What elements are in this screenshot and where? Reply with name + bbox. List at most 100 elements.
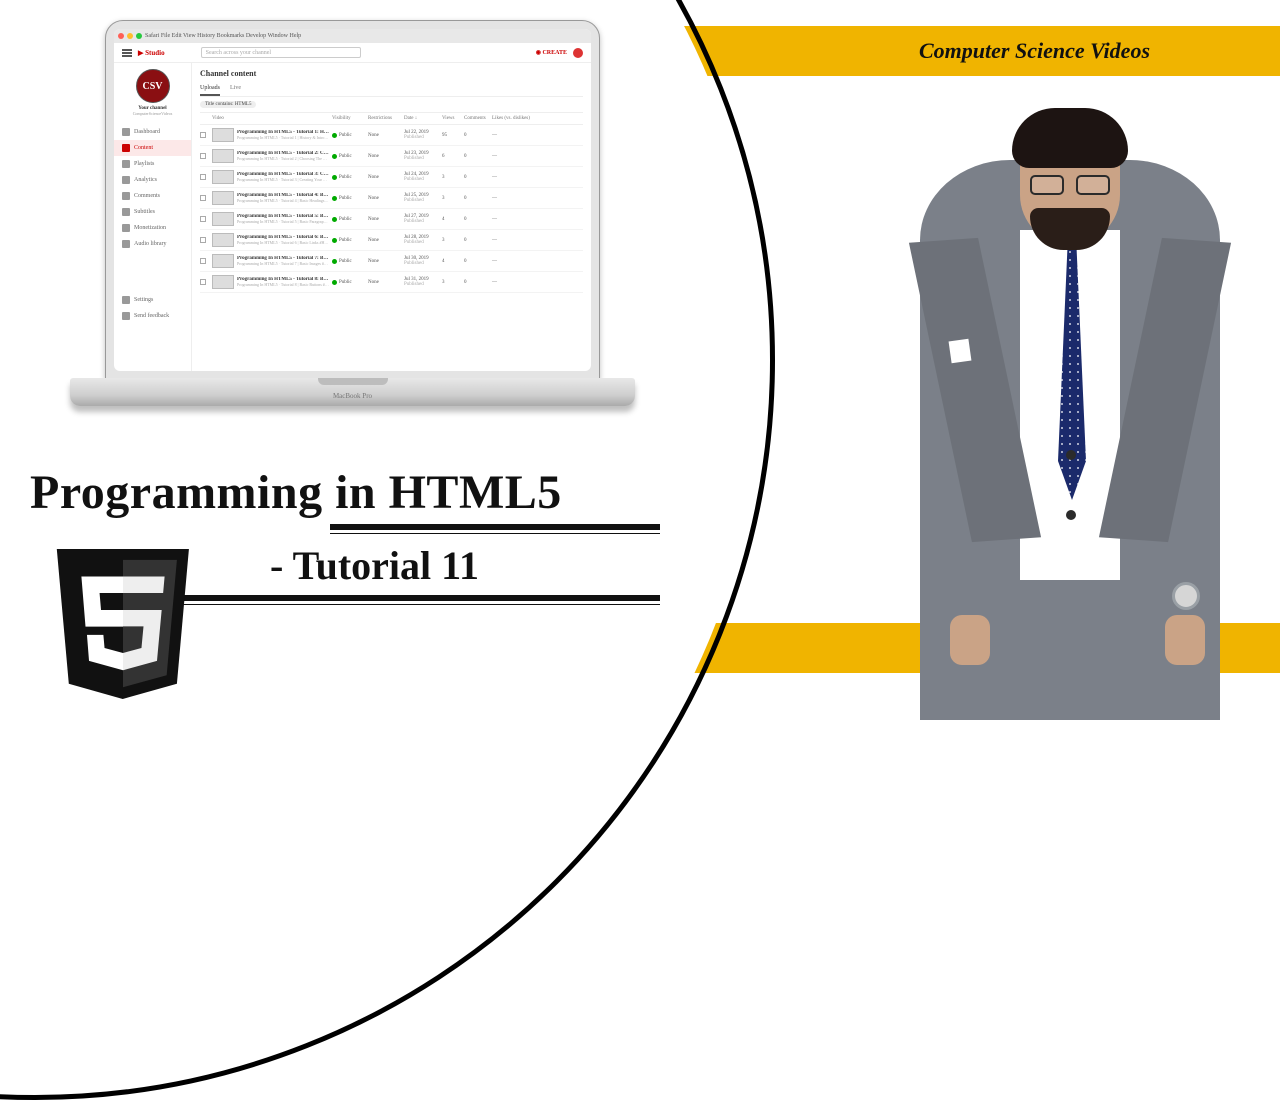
- visibility-cell[interactable]: Public: [332, 259, 368, 264]
- nav-analytics[interactable]: Analytics: [114, 172, 191, 188]
- nav-settings[interactable]: Settings: [114, 292, 191, 308]
- html5-shield-icon: [48, 540, 198, 708]
- public-icon: [332, 280, 337, 285]
- col-video[interactable]: Video: [212, 116, 332, 121]
- nav-label: Analytics: [134, 177, 157, 183]
- row-checkbox[interactable]: [200, 174, 206, 180]
- table-row[interactable]: Programming In HTML5 - Tutorial 4: Basic…: [200, 188, 583, 209]
- table-row[interactable]: Programming In HTML5 - Tutorial 5: Basic…: [200, 209, 583, 230]
- divider: [330, 524, 660, 534]
- public-icon: [332, 154, 337, 159]
- channel-logo[interactable]: CSV: [136, 69, 170, 103]
- public-icon: [332, 175, 337, 180]
- youtube-studio-logo[interactable]: ▶ Studio: [138, 49, 165, 57]
- comments-cell: 0: [464, 154, 492, 159]
- studio-sidebar: CSV Your channel ComputerScienceVideos D…: [114, 63, 192, 371]
- video-description: Programming In HTML5 · Tutorial 4 | Basi…: [237, 198, 329, 203]
- date-cell: Jul 31, 2019Published: [404, 277, 442, 287]
- nav-label: Content: [134, 145, 153, 151]
- video-thumbnail[interactable]: [212, 233, 234, 247]
- views-cell: 3: [442, 280, 464, 285]
- nav-feedback[interactable]: Send feedback: [114, 308, 191, 324]
- visibility-cell[interactable]: Public: [332, 133, 368, 138]
- visibility-cell[interactable]: Public: [332, 280, 368, 285]
- video-description: Programming In HTML5 · Tutorial 6 | Basi…: [237, 240, 329, 245]
- nav-dashboard[interactable]: Dashboard: [114, 124, 191, 140]
- search-input[interactable]: Search across your channel: [201, 47, 361, 58]
- visibility-cell[interactable]: Public: [332, 175, 368, 180]
- filter-chip[interactable]: Title contains: HTML5: [200, 101, 256, 108]
- tab-uploads[interactable]: Uploads: [200, 82, 220, 96]
- nav-comments[interactable]: Comments: [114, 188, 191, 204]
- nav-label: Monetization: [134, 225, 166, 231]
- restrictions-cell: None: [368, 217, 404, 222]
- table-row[interactable]: Programming In HTML5 - Tutorial 3: Creat…: [200, 167, 583, 188]
- date-cell: Jul 25, 2019Published: [404, 193, 442, 203]
- nav-label: Subtitles: [134, 209, 155, 215]
- nav-content[interactable]: Content: [114, 140, 191, 156]
- public-icon: [332, 133, 337, 138]
- nav-playlists[interactable]: Playlists: [114, 156, 191, 172]
- restrictions-cell: None: [368, 238, 404, 243]
- video-description: Programming In HTML5 · Tutorial 2 | Choo…: [237, 156, 329, 161]
- visibility-cell[interactable]: Public: [332, 238, 368, 243]
- audio-icon: [122, 240, 130, 248]
- visibility-cell[interactable]: Public: [332, 217, 368, 222]
- col-date[interactable]: Date ↓: [404, 116, 442, 121]
- restrictions-cell: None: [368, 259, 404, 264]
- nav-monetization[interactable]: Monetization: [114, 220, 191, 236]
- nav-audio-library[interactable]: Audio library: [114, 236, 191, 252]
- comments-cell: 0: [464, 280, 492, 285]
- table-row[interactable]: Programming In HTML5 - Tutorial 1: Histo…: [200, 125, 583, 146]
- row-checkbox[interactable]: [200, 132, 206, 138]
- comments-cell: 0: [464, 175, 492, 180]
- nav-label: Comments: [134, 193, 160, 199]
- video-thumbnail[interactable]: [212, 191, 234, 205]
- nav-subtitles[interactable]: Subtitles: [114, 204, 191, 220]
- tab-live[interactable]: Live: [230, 82, 241, 96]
- row-checkbox[interactable]: [200, 258, 206, 264]
- col-views[interactable]: Views: [442, 116, 464, 121]
- views-cell: 4: [442, 217, 464, 222]
- table-row[interactable]: Programming In HTML5 - Tutorial 6: Basic…: [200, 230, 583, 251]
- filter-row[interactable]: Title contains: HTML5: [200, 97, 583, 113]
- mac-menubar: Safari File Edit View History Bookmarks …: [114, 29, 591, 43]
- col-likes[interactable]: Likes (vs. dislikes): [492, 116, 532, 121]
- table-row[interactable]: Programming In HTML5 - Tutorial 2: Choos…: [200, 146, 583, 167]
- table-row[interactable]: Programming In HTML5 - Tutorial 7: Basic…: [200, 251, 583, 272]
- visibility-cell[interactable]: Public: [332, 196, 368, 201]
- row-checkbox[interactable]: [200, 279, 206, 285]
- row-checkbox[interactable]: [200, 237, 206, 243]
- likes-cell: —: [492, 217, 532, 222]
- video-thumbnail[interactable]: [212, 128, 234, 142]
- create-button[interactable]: ◉ CREATE: [536, 49, 567, 56]
- account-avatar[interactable]: [573, 48, 583, 58]
- video-description: Programming In HTML5 · Tutorial 5 | Basi…: [237, 219, 329, 224]
- video-thumbnail[interactable]: [212, 212, 234, 226]
- presenter-figure: [880, 80, 1260, 720]
- hamburger-icon[interactable]: [122, 49, 132, 57]
- row-checkbox[interactable]: [200, 153, 206, 159]
- row-checkbox[interactable]: [200, 195, 206, 201]
- restrictions-cell: None: [368, 175, 404, 180]
- col-visibility[interactable]: Visibility: [332, 116, 368, 121]
- date-cell: Jul 23, 2019Published: [404, 151, 442, 161]
- visibility-cell[interactable]: Public: [332, 154, 368, 159]
- row-checkbox[interactable]: [200, 216, 206, 222]
- nav-label: Audio library: [134, 241, 167, 247]
- col-comments[interactable]: Comments: [464, 116, 492, 121]
- video-thumbnail[interactable]: [212, 170, 234, 184]
- views-cell: 3: [442, 196, 464, 201]
- column-headers: Video Visibility Restrictions Date ↓ Vie…: [200, 113, 583, 125]
- likes-cell: —: [492, 238, 532, 243]
- studio-label: Studio: [145, 49, 164, 57]
- col-restrictions[interactable]: Restrictions: [368, 116, 404, 121]
- comments-cell: 0: [464, 217, 492, 222]
- restrictions-cell: None: [368, 280, 404, 285]
- video-thumbnail[interactable]: [212, 254, 234, 268]
- table-row[interactable]: Programming In HTML5 - Tutorial 8: Basic…: [200, 272, 583, 293]
- video-thumbnail[interactable]: [212, 275, 234, 289]
- likes-cell: —: [492, 133, 532, 138]
- video-thumbnail[interactable]: [212, 149, 234, 163]
- public-icon: [332, 196, 337, 201]
